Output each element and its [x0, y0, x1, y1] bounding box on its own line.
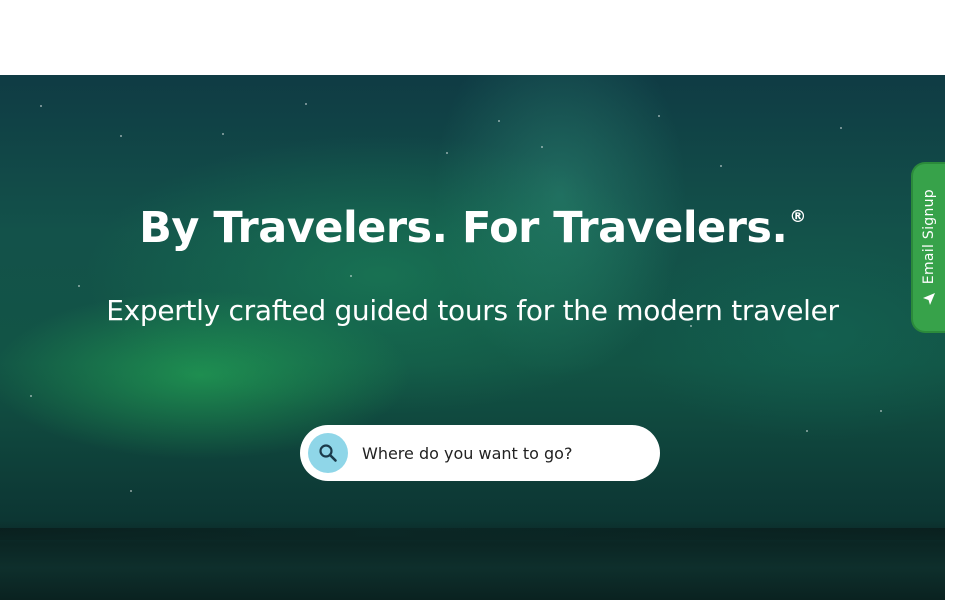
star-icon	[499, 582, 519, 600]
hero-title: By Travelers. For Travelers. ®	[0, 203, 945, 253]
send-icon	[923, 293, 935, 306]
star-icon	[441, 582, 461, 600]
horizon-silhouette	[0, 528, 945, 540]
email-signup-label: Email Signup	[921, 188, 937, 285]
sky-star	[222, 133, 224, 135]
sky-star	[840, 127, 842, 129]
destination-search-input[interactable]	[362, 443, 642, 463]
hero-banner: By Travelers. For Travelers. ® Expertly c…	[0, 75, 945, 600]
half-star-icon	[528, 582, 538, 600]
top-header-bar	[0, 0, 960, 75]
star-icon	[470, 582, 490, 600]
hero-subtitle: Expertly crafted guided tours for the mo…	[106, 294, 839, 327]
sky-star	[350, 275, 352, 277]
sky-star	[78, 285, 80, 287]
sky-star	[806, 430, 808, 432]
hero-title-text: By Travelers. For Travelers.	[139, 203, 788, 253]
email-signup-tab[interactable]: Email Signup	[911, 162, 945, 333]
sky-star	[130, 490, 132, 492]
sky-star	[541, 146, 543, 148]
sky-star	[120, 135, 122, 137]
sky-star	[40, 105, 42, 107]
star-icon	[412, 582, 432, 600]
sky-star	[305, 103, 307, 105]
sky-star	[658, 115, 660, 117]
destination-search-box[interactable]	[300, 425, 660, 481]
rating-stars	[410, 580, 550, 600]
search-icon[interactable]	[308, 433, 348, 473]
sky-star	[880, 410, 882, 412]
sky-star	[720, 165, 722, 167]
sky-star	[30, 395, 32, 397]
sky-star	[498, 120, 500, 122]
sky-star	[446, 152, 448, 154]
registered-mark: ®	[789, 207, 806, 227]
